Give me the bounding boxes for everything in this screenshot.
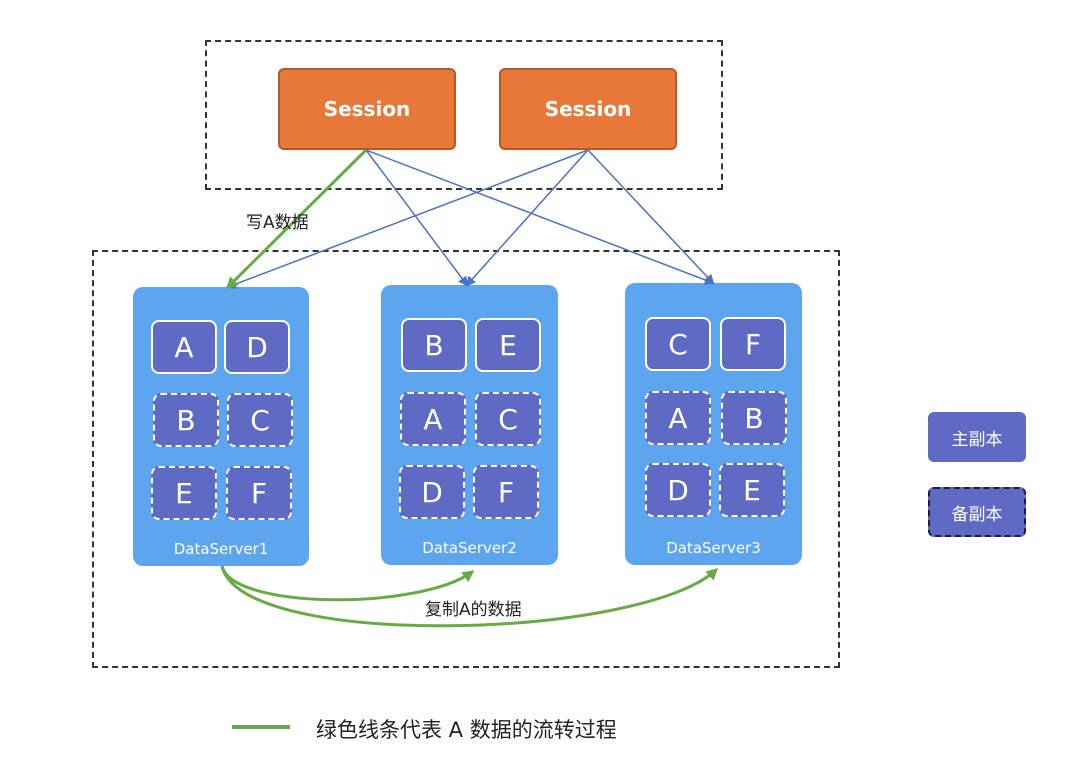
replica-box: A: [645, 391, 711, 445]
legend-backup-replica: 备副本: [928, 487, 1026, 537]
replica-box: F: [720, 317, 786, 371]
replica-box: B: [401, 318, 467, 372]
replica-box: E: [475, 318, 541, 372]
replica-box: E: [719, 463, 785, 517]
replica-box: A: [400, 392, 466, 446]
dataserver-label: DataServer3: [666, 539, 761, 557]
replica-box: B: [153, 393, 219, 447]
replica-box: E: [151, 466, 217, 520]
dataserver-label: DataServer1: [173, 540, 269, 558]
dataserver-3: C F A B D E DataServer3: [625, 283, 802, 565]
dataserver-2: B E A C D F DataServer2: [381, 285, 558, 565]
write-a-label: 写A数据: [246, 213, 309, 233]
replica-box: F: [473, 465, 539, 519]
legend-green-line: [232, 725, 290, 729]
replica-box: C: [227, 393, 293, 447]
replica-box: C: [475, 392, 541, 446]
dataserver-1: A D B C E F DataServer1: [133, 287, 309, 566]
copy-a-label: 复制A的数据: [425, 600, 522, 620]
legend-primary-replica: 主副本: [928, 412, 1026, 462]
replica-box: F: [226, 466, 292, 520]
replica-box: C: [645, 317, 711, 371]
dataserver-label: DataServer2: [422, 539, 517, 557]
replica-box: B: [721, 391, 787, 445]
replica-box: A: [151, 320, 217, 374]
session-node-1: Session: [278, 68, 456, 150]
replica-box: D: [399, 465, 465, 519]
legend-green-line-label: 绿色线条代表 A 数据的流转过程: [316, 718, 617, 742]
replica-box: D: [645, 463, 711, 517]
session-node-2: Session: [499, 68, 677, 150]
replica-box: D: [224, 320, 290, 374]
